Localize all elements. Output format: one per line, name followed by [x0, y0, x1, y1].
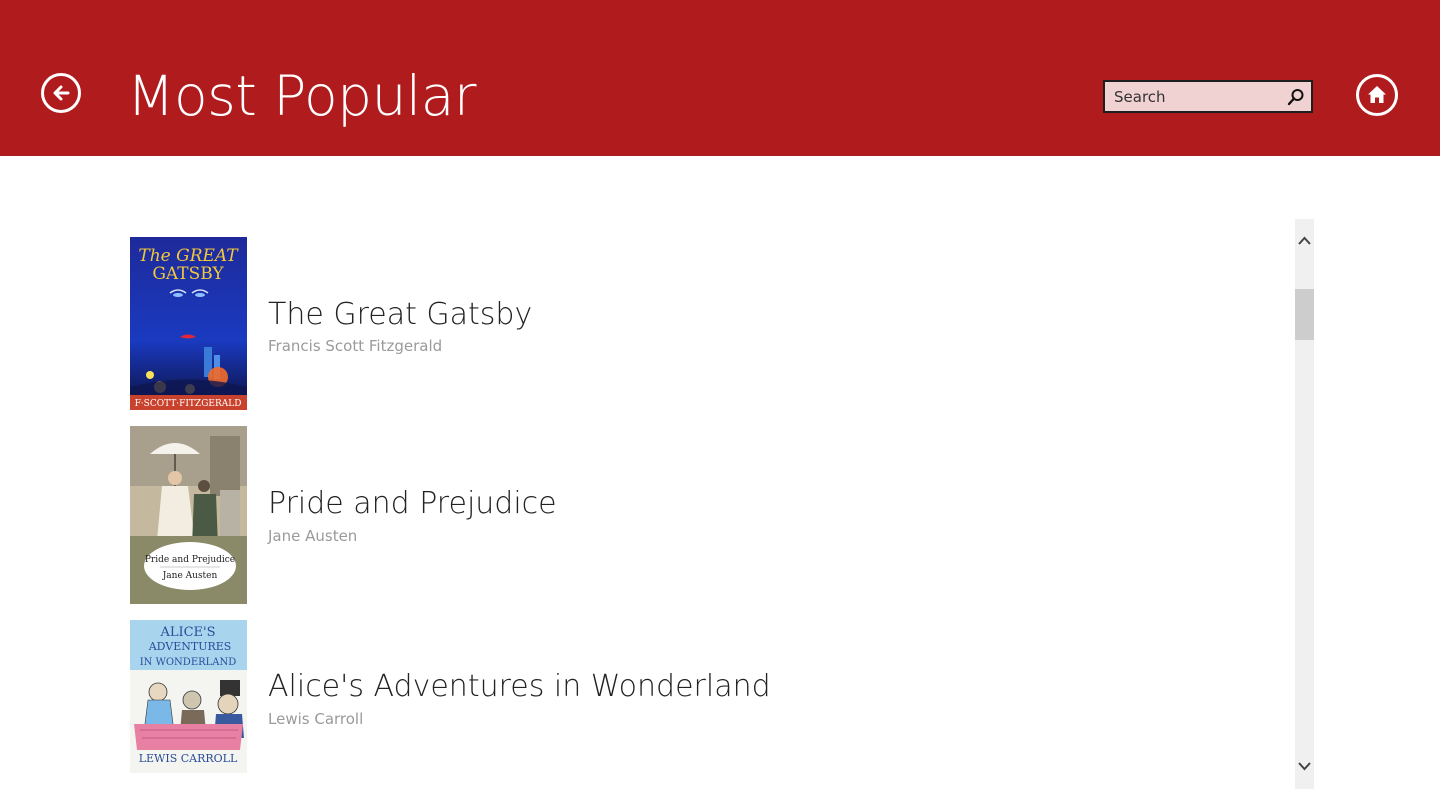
back-button[interactable]: [41, 73, 81, 113]
cover-title-2: ADVENTURES: [148, 640, 232, 653]
back-arrow-icon: [53, 85, 70, 101]
list-item[interactable]: Pride and Prejudice Jane Austen Pride an…: [130, 426, 1280, 606]
cover-title: Pride and Prejudice: [145, 555, 235, 565]
home-button[interactable]: [1356, 74, 1398, 116]
book-title: Pride and Prejudice: [268, 486, 557, 521]
cover-title: ALICE'S: [159, 625, 215, 640]
scroll-down-icon[interactable]: [1295, 756, 1314, 776]
app-header: Most Popular: [0, 0, 1440, 156]
scroll-up-icon[interactable]: [1295, 231, 1314, 251]
cover-title: The GREAT: [138, 246, 239, 266]
search-icon[interactable]: [1287, 88, 1305, 106]
book-author: Jane Austen: [268, 527, 358, 545]
cover-title-3: IN WONDERLAND: [140, 657, 237, 668]
list-item[interactable]: The GREAT GATSBY F·SCOTT·FITZGERALD The …: [130, 237, 1280, 412]
book-cover-alice: ALICE'S ADVENTURES IN WONDERLAND LEWIS C…: [130, 620, 247, 773]
book-author: Francis Scott Fitzgerald: [268, 337, 443, 355]
page-title: Most Popular: [127, 64, 477, 128]
cover-author: LEWIS CARROLL: [139, 752, 238, 765]
cover-author: F·SCOTT·FITZGERALD: [135, 399, 242, 409]
book-title: Alice's Adventures in Wonderland: [268, 669, 771, 704]
cover-author: Jane Austen: [162, 571, 218, 581]
home-icon: [1368, 86, 1386, 103]
list-item[interactable]: ALICE'S ADVENTURES IN WONDERLAND LEWIS C…: [130, 620, 1280, 780]
scroll-thumb[interactable]: [1295, 289, 1314, 340]
search-box[interactable]: [1103, 80, 1313, 113]
book-author: Lewis Carroll: [268, 710, 364, 728]
search-input[interactable]: [1105, 82, 1285, 111]
cover-title-2: GATSBY: [152, 264, 224, 284]
vertical-scrollbar[interactable]: [1295, 219, 1314, 789]
book-list: The GREAT GATSBY F·SCOTT·FITZGERALD The …: [130, 219, 1290, 789]
book-cover-pride: Pride and Prejudice Jane Austen: [130, 426, 247, 604]
book-title: The Great Gatsby: [268, 297, 533, 332]
book-cover-gatsby: The GREAT GATSBY F·SCOTT·FITZGERALD: [130, 237, 247, 410]
